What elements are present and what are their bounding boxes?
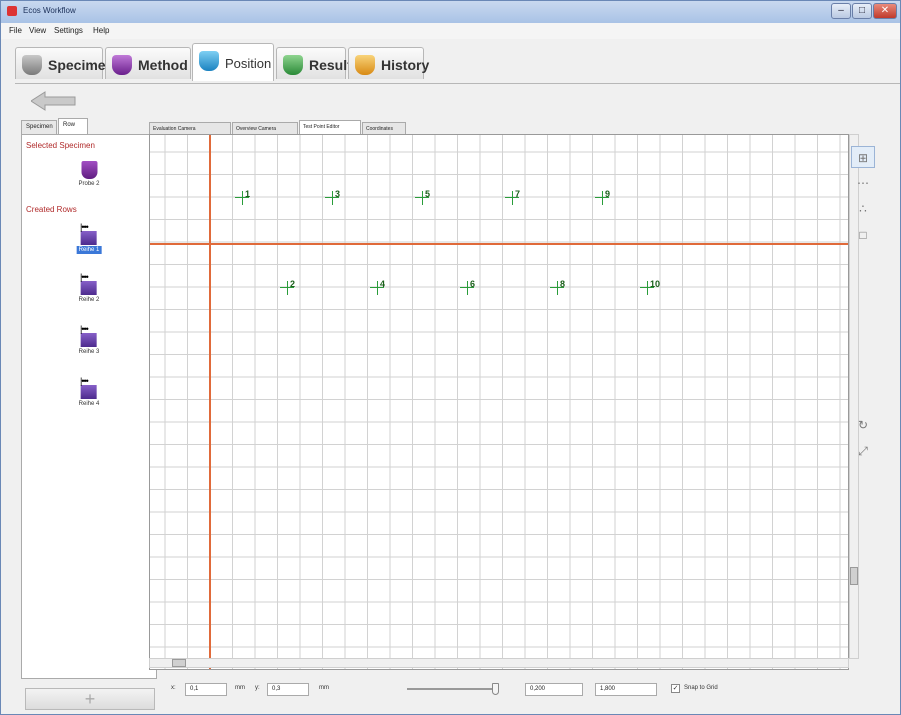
window-title: Ecos Workflow bbox=[23, 6, 76, 15]
test-point[interactable]: 2 bbox=[280, 277, 304, 297]
tab-specimen[interactable]: Specimen bbox=[15, 47, 114, 79]
value-field-1[interactable]: 0,200 bbox=[525, 683, 583, 696]
x-unit-label: mm bbox=[235, 685, 245, 691]
tab-position-label: Position bbox=[225, 56, 272, 71]
title-bar: Ecos Workflow – □ ✕ bbox=[1, 1, 900, 23]
bottom-toolbar: x: 0,1 mm y: 0,3 mm 0,200 1,800 ✓ Snap t… bbox=[163, 680, 863, 702]
back-arrow-icon[interactable] bbox=[31, 90, 77, 112]
tab-test-point-editor[interactable]: Test Point Editor bbox=[299, 120, 361, 134]
test-point[interactable]: 5 bbox=[415, 187, 439, 207]
test-point[interactable]: 10 bbox=[640, 277, 664, 297]
minimize-button[interactable]: – bbox=[831, 3, 851, 19]
maximize-button[interactable]: □ bbox=[852, 3, 872, 19]
menu-settings[interactable]: Settings bbox=[54, 26, 83, 35]
app-window: Ecos Workflow – □ ✕ File View Settings H… bbox=[0, 0, 901, 715]
menu-bar: File View Settings Help bbox=[1, 23, 900, 39]
test-point[interactable]: 3 bbox=[325, 187, 349, 207]
zoom-slider[interactable] bbox=[407, 683, 499, 695]
menu-file[interactable]: File bbox=[9, 26, 22, 35]
test-point[interactable]: 4 bbox=[370, 277, 394, 297]
row-dots-icon: |••• bbox=[80, 376, 89, 386]
position-icon bbox=[199, 51, 219, 71]
tab-evaluation-camera[interactable]: Evaluation Camera bbox=[149, 122, 231, 134]
snap-to-grid-checkbox[interactable]: ✓ bbox=[671, 684, 680, 693]
specimen-cup-icon bbox=[80, 161, 97, 179]
specimen-icon bbox=[22, 55, 42, 75]
transform-icon[interactable]: ⤢ bbox=[851, 440, 875, 462]
rotate-icon[interactable]: ↻ bbox=[851, 414, 875, 436]
tab-history-label: History bbox=[381, 57, 430, 73]
row-block-icon bbox=[81, 385, 97, 399]
add-row-button[interactable]: + bbox=[25, 688, 155, 710]
y-offset-field[interactable]: 0,3 bbox=[267, 683, 309, 696]
value-field-2[interactable]: 1,800 bbox=[595, 683, 657, 696]
row-item-label: Reihe 3 bbox=[78, 349, 100, 355]
row-item-label: Reihe 1 bbox=[76, 246, 102, 254]
menu-view[interactable]: View bbox=[29, 26, 46, 35]
row-item-label: Reihe 4 bbox=[78, 401, 100, 407]
menu-help[interactable]: Help bbox=[93, 26, 109, 35]
test-point[interactable]: 6 bbox=[460, 277, 484, 297]
row-block-icon bbox=[81, 281, 97, 295]
row-item[interactable]: |••• Reihe 4 bbox=[77, 377, 102, 408]
vertical-scroll-thumb[interactable] bbox=[850, 567, 858, 585]
result-icon bbox=[283, 55, 303, 75]
selected-specimen-title: Selected Specimen bbox=[26, 141, 95, 150]
x-label: x: bbox=[171, 685, 176, 691]
tab-result-label: Result bbox=[309, 57, 352, 73]
tab-left-specimen[interactable]: Specimen bbox=[21, 120, 57, 134]
tab-result[interactable]: Result bbox=[276, 47, 352, 79]
row-tool-icon[interactable]: ⋯ bbox=[851, 172, 875, 194]
y-axis-line bbox=[209, 135, 211, 669]
row-dots-icon: |••• bbox=[80, 272, 89, 282]
content-area: Specimen Row Selected Specimen Probe 2 C… bbox=[15, 83, 900, 713]
tab-method[interactable]: Method bbox=[105, 47, 191, 79]
tab-coordinates[interactable]: Coordinates bbox=[362, 122, 406, 134]
created-rows-title: Created Rows bbox=[26, 205, 77, 214]
row-item[interactable]: |••• Reihe 2 bbox=[77, 273, 102, 304]
rectangle-tool-icon[interactable]: □ bbox=[851, 224, 875, 246]
tab-left-row[interactable]: Row bbox=[58, 118, 88, 134]
row-dots-icon: |••• bbox=[80, 222, 89, 232]
y-unit-label: mm bbox=[319, 685, 329, 691]
tab-history[interactable]: History bbox=[348, 47, 429, 79]
row-item[interactable]: |••• Reihe 1 bbox=[76, 222, 102, 254]
history-icon bbox=[355, 55, 375, 75]
tab-position[interactable]: Position bbox=[192, 43, 274, 81]
left-panel: Selected Specimen Probe 2 Created Rows |… bbox=[21, 134, 157, 679]
test-point[interactable]: 7 bbox=[505, 187, 529, 207]
close-button[interactable]: ✕ bbox=[873, 3, 897, 19]
row-dots-icon: |••• bbox=[80, 324, 89, 334]
y-label: y: bbox=[255, 685, 260, 691]
test-point[interactable]: 8 bbox=[550, 277, 574, 297]
grid-tool-icon[interactable]: ⊞ bbox=[851, 146, 875, 168]
specimen-item-label: Probe 2 bbox=[78, 181, 100, 187]
test-point-grid[interactable]: 1 2 3 4 5 6 7 8 9 10 bbox=[149, 134, 849, 670]
tab-method-label: Method bbox=[138, 57, 188, 73]
app-logo-icon bbox=[7, 6, 17, 16]
zoom-slider-knob[interactable] bbox=[492, 683, 499, 695]
row-block-icon bbox=[81, 333, 97, 347]
row-item-label: Reihe 2 bbox=[78, 297, 100, 303]
test-point[interactable]: 1 bbox=[235, 187, 259, 207]
row-block-icon bbox=[81, 231, 97, 245]
tab-overview-camera[interactable]: Overview Camera bbox=[232, 122, 298, 134]
specimen-item[interactable]: Probe 2 bbox=[76, 161, 101, 188]
x-axis-line bbox=[150, 243, 848, 245]
scatter-tool-icon[interactable]: ∴ bbox=[851, 198, 875, 220]
row-item[interactable]: |••• Reihe 3 bbox=[77, 325, 102, 356]
method-icon bbox=[112, 55, 132, 75]
test-point[interactable]: 9 bbox=[595, 187, 619, 207]
x-offset-field[interactable]: 0,1 bbox=[185, 683, 227, 696]
horizontal-scroll-thumb[interactable] bbox=[172, 659, 186, 667]
horizontal-scrollbar[interactable] bbox=[149, 658, 849, 668]
snap-to-grid-label: Snap to Grid bbox=[684, 685, 718, 691]
